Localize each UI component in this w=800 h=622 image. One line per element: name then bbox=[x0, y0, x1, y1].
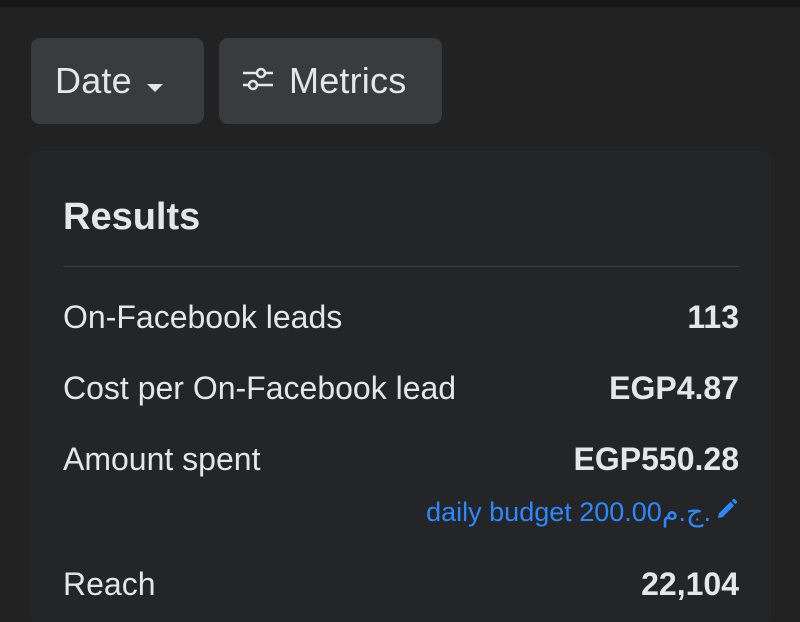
metric-label: Reach bbox=[63, 565, 156, 602]
date-filter-button[interactable]: Date bbox=[31, 38, 204, 124]
metric-row-amount-spent: Amount spent EGP550.28 bbox=[63, 439, 739, 479]
pencil-icon bbox=[715, 497, 739, 528]
metric-row-cost-per-lead: Cost per On-Facebook lead EGP4.87 bbox=[63, 368, 739, 408]
metric-label: On-Facebook leads bbox=[63, 298, 343, 335]
divider bbox=[63, 266, 739, 267]
metric-row-reach: Reach 22,104 bbox=[63, 564, 739, 604]
metrics-label: Metrics bbox=[289, 60, 407, 101]
metric-value: 22,104 bbox=[641, 565, 739, 602]
metric-value: EGP4.87 bbox=[609, 369, 739, 406]
results-card: Results On-Facebook leads 113 Cost per O… bbox=[31, 152, 770, 622]
filter-bar: Date Metrics bbox=[31, 38, 442, 124]
metric-value: EGP550.28 bbox=[573, 440, 739, 477]
metrics-button[interactable]: Metrics bbox=[219, 38, 442, 124]
metric-label: Cost per On-Facebook lead bbox=[63, 369, 457, 406]
date-filter-label: Date bbox=[55, 60, 132, 101]
daily-budget-link[interactable]: daily budget 200.00ج.م. bbox=[426, 497, 739, 528]
metric-label: Amount spent bbox=[63, 440, 261, 477]
top-bar bbox=[0, 0, 800, 7]
caret-down-icon bbox=[146, 61, 164, 103]
metric-row-leads: On-Facebook leads 113 bbox=[63, 297, 739, 337]
sliders-icon bbox=[241, 60, 275, 102]
results-title: Results bbox=[63, 196, 201, 238]
metric-value: 113 bbox=[687, 298, 739, 335]
daily-budget-text: daily budget 200.00ج.م. bbox=[426, 497, 711, 527]
